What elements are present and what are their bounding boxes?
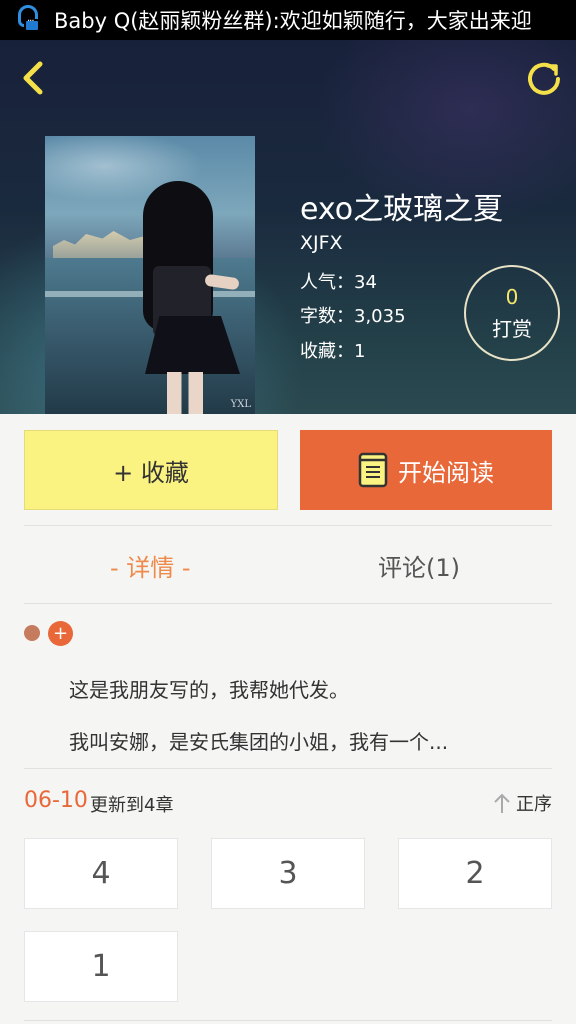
start-reading-button[interactable]: 开始阅读 xyxy=(300,430,552,510)
book-cover[interactable]: YXL xyxy=(45,136,255,414)
add-to-collection-button[interactable]: + 收藏 xyxy=(24,430,278,510)
book-author[interactable]: XJFX xyxy=(300,232,343,254)
divider xyxy=(24,603,552,604)
collect-label: + 收藏 xyxy=(113,458,189,487)
update-text: 更新到4章 xyxy=(90,795,174,816)
notification-text: Baby Q(赵丽颖粉丝群):欢迎如颖随行，大家出来迎 xyxy=(54,9,532,33)
favorites-stat: 收藏：1 xyxy=(300,337,365,363)
intro-line: 这是我朋友写的，我帮她代发。 xyxy=(69,678,349,702)
popularity-label: 人气： xyxy=(300,272,354,293)
word-count-value: 3,035 xyxy=(354,306,406,327)
back-icon[interactable] xyxy=(16,58,56,98)
refresh-icon[interactable] xyxy=(524,58,564,98)
divider xyxy=(24,1020,552,1021)
add-icon[interactable]: + xyxy=(48,621,73,646)
sort-up-icon xyxy=(494,793,510,813)
tip-count: 0 xyxy=(505,284,519,309)
favorites-value: 1 xyxy=(354,341,366,362)
status-bar: Baby Q(赵丽颖粉丝群):欢迎如颖随行，大家出来迎 xyxy=(0,0,576,40)
book-header: YXL exo之玻璃之夏 XJFX 人气：34 字数：3,035 收藏：1 0 … xyxy=(0,40,576,414)
divider xyxy=(24,768,552,769)
word-count-stat: 字数：3,035 xyxy=(300,302,406,328)
favorites-label: 收藏： xyxy=(300,341,354,362)
tip-label: 打赏 xyxy=(492,316,532,341)
read-label: 开始阅读 xyxy=(398,458,494,487)
divider xyxy=(24,525,552,526)
book-title: exo之玻璃之夏 xyxy=(300,192,504,227)
tab-comments[interactable]: 评论(1) xyxy=(378,548,460,583)
tip-button[interactable]: 0 打赏 xyxy=(464,265,560,361)
chapter-button[interactable]: 4 xyxy=(24,838,178,909)
sort-label: 正序 xyxy=(516,794,552,815)
update-date: 06-10 xyxy=(24,788,88,813)
tab-details[interactable]: - 详情 - xyxy=(110,548,191,583)
sort-toggle[interactable]: 正序 xyxy=(492,790,552,816)
chapter-button[interactable]: 1 xyxy=(24,931,178,1002)
intro-line[interactable]: 我叫安娜，是安氏集团的小姐，我有一个... xyxy=(69,726,448,755)
chapter-button[interactable]: 3 xyxy=(211,838,365,909)
popularity-value: 34 xyxy=(354,272,377,293)
avatar[interactable] xyxy=(24,625,40,641)
qq-icon xyxy=(16,5,42,35)
chapter-button[interactable]: 2 xyxy=(398,838,552,909)
popularity-stat: 人气：34 xyxy=(300,268,377,294)
book-icon xyxy=(358,452,388,488)
cover-watermark: YXL xyxy=(230,399,251,410)
word-count-label: 字数： xyxy=(300,306,354,327)
